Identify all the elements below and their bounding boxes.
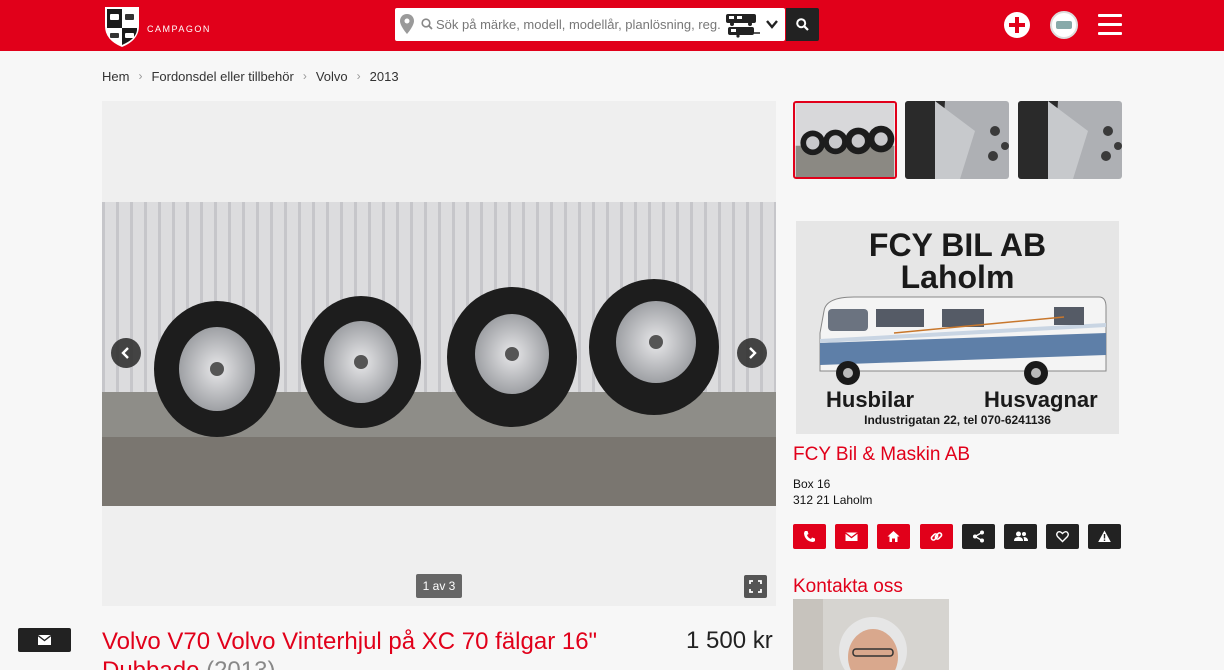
share-button[interactable] [962, 524, 995, 549]
dealer-address-line1: Box 16 [793, 477, 831, 491]
search-button[interactable] [786, 8, 819, 41]
phone-icon [804, 531, 815, 542]
listing-year: (2013) [206, 657, 275, 670]
chevron-right-icon [749, 347, 757, 359]
link-icon [930, 532, 943, 541]
fullscreen-button[interactable] [744, 575, 767, 598]
location-pin-icon[interactable] [400, 14, 414, 34]
search-bar [395, 8, 785, 41]
home-icon [887, 531, 900, 542]
contact-person-image [793, 599, 949, 670]
email-button[interactable] [835, 524, 868, 549]
chevron-down-icon[interactable] [766, 19, 778, 29]
thumbnail-1[interactable] [793, 101, 897, 179]
shield-logo-icon [105, 7, 139, 47]
motorhome-illustration [819, 296, 1107, 385]
thumbnail-image [795, 103, 895, 177]
image-gallery [102, 101, 776, 606]
top-navigation-bar: CAMPAGON [0, 0, 1224, 51]
call-button[interactable] [793, 524, 826, 549]
website-home-button[interactable] [877, 524, 910, 549]
user-avatar[interactable] [1050, 11, 1078, 39]
brand-name: CAMPAGON [147, 24, 211, 34]
contact-person-photo [793, 599, 949, 670]
expand-icon [749, 580, 762, 593]
envelope-icon [845, 532, 858, 541]
thumbnail-image [905, 101, 1009, 179]
image-counter: 1 av 3 [416, 574, 462, 598]
listing-title: Volvo V70 Volvo Vinterhjul på XC 70 fälg… [102, 627, 642, 670]
campagon-logo[interactable]: CAMPAGON [103, 4, 213, 48]
listing-title-text: Volvo V70 Volvo Vinterhjul på XC 70 fälg… [102, 628, 598, 670]
hamburger-menu-icon[interactable] [1098, 14, 1122, 36]
contact-heading: Kontakta oss [793, 576, 903, 597]
chevron-right-icon: › [302, 69, 307, 83]
dealer-logo-word-left: Husbilar [826, 387, 915, 412]
link-button[interactable] [920, 524, 953, 549]
floating-message-button[interactable] [18, 628, 71, 652]
dealer-logo-city: Laholm [900, 259, 1015, 295]
previous-image-button[interactable] [111, 338, 141, 368]
add-listing-button[interactable] [1004, 12, 1030, 38]
listing-photo[interactable] [102, 202, 776, 506]
dealer-logo-word-right: Husvagnar [984, 387, 1098, 412]
report-button[interactable] [1088, 524, 1121, 549]
next-image-button[interactable] [737, 338, 767, 368]
chevron-right-icon: › [138, 69, 143, 83]
breadcrumb-brand[interactable]: Volvo [316, 69, 348, 84]
search-icon [796, 18, 809, 31]
warning-icon [1098, 530, 1111, 542]
breadcrumb-category[interactable]: Fordonsdel eller tillbehör [151, 69, 293, 84]
dealer-name[interactable]: FCY Bil & Maskin AB [793, 444, 970, 466]
breadcrumb-home[interactable]: Hem [102, 69, 129, 84]
favorite-button[interactable] [1046, 524, 1079, 549]
chevron-right-icon: › [356, 69, 361, 83]
thumbnail-3[interactable] [1018, 101, 1122, 179]
chevron-left-icon [121, 347, 129, 359]
breadcrumb: Hem › Fordonsdel eller tillbehör › Volvo… [102, 69, 399, 84]
heart-icon [1056, 531, 1069, 543]
followers-button[interactable] [1004, 524, 1037, 549]
vehicle-type-icon[interactable] [724, 12, 762, 38]
envelope-icon [38, 635, 51, 645]
dealer-address-line2: 312 21 Laholm [793, 493, 873, 507]
listing-price: 1 500 kr [686, 627, 773, 654]
dealer-address: Box 16 312 21 Laholm [793, 476, 872, 508]
breadcrumb-year[interactable]: 2013 [370, 69, 399, 84]
dealer-logo-address: Industrigatan 22, tel 070-6241136 [864, 413, 1051, 427]
search-input[interactable] [436, 8, 721, 41]
dealer-logo[interactable]: FCY BIL AB Laholm Husbilar Husvagnar Ind… [796, 221, 1119, 434]
share-icon [973, 530, 984, 543]
thumbnail-image [1018, 101, 1122, 179]
users-icon [1014, 531, 1028, 541]
search-icon [421, 18, 433, 30]
thumbnail-2[interactable] [905, 101, 1009, 179]
